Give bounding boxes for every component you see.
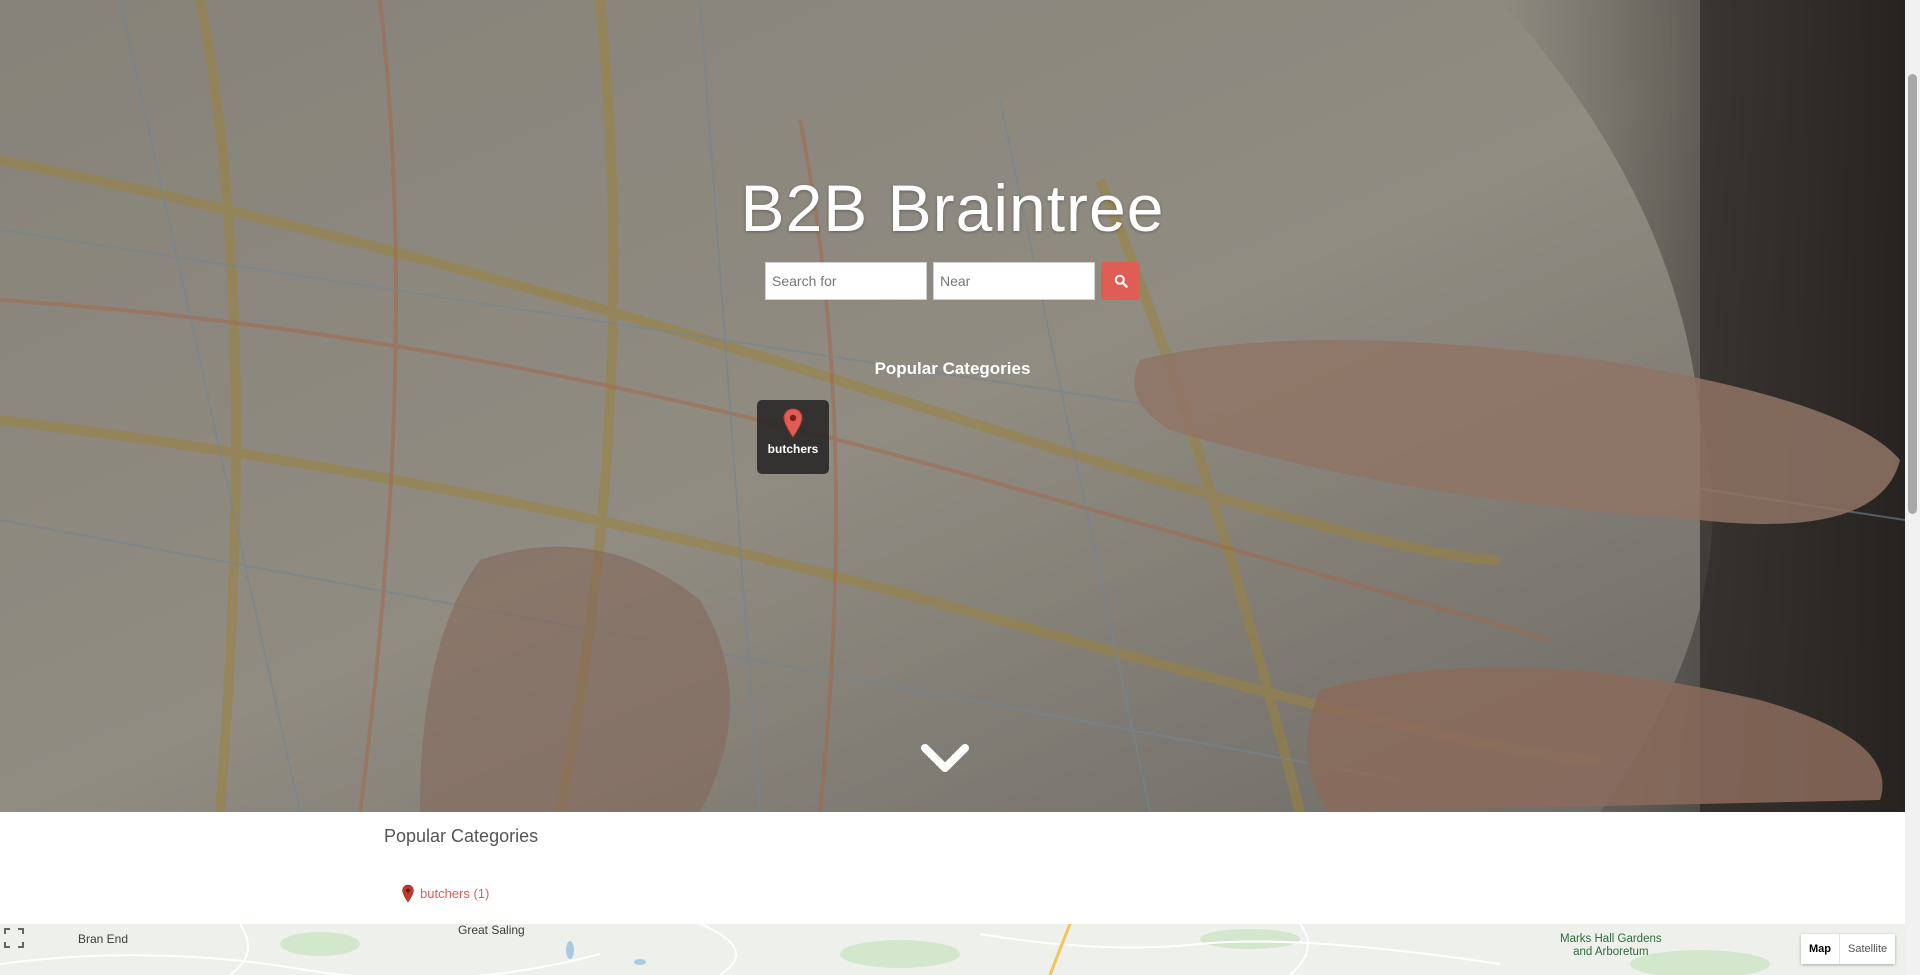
page-scrollbar[interactable] <box>1905 0 1920 975</box>
search-button[interactable] <box>1101 262 1140 300</box>
near-input[interactable] <box>933 262 1095 300</box>
search-icon <box>1114 274 1128 288</box>
map-type-map-button[interactable]: Map <box>1801 934 1839 964</box>
map-place-label: Great Saling <box>458 924 525 937</box>
map-type-satellite-button[interactable]: Satellite <box>1839 934 1896 964</box>
category-tile-butchers[interactable]: butchers <box>757 400 829 474</box>
chevron-down-icon[interactable] <box>920 740 970 776</box>
map-type-control: Map Satellite <box>1801 934 1896 964</box>
category-tile-label: butchers <box>767 442 819 456</box>
scrollbar-thumb[interactable] <box>1908 74 1917 514</box>
map-pin-icon <box>402 884 414 903</box>
hero-section: B2B Braintree Popular Categories butcher… <box>0 0 1905 812</box>
category-link-butchers[interactable]: butchers (1) <box>402 884 489 903</box>
hero-overlay <box>0 0 1905 812</box>
site-title: B2B Braintree <box>740 171 1165 245</box>
category-link-label: butchers (1) <box>420 886 490 901</box>
search-for-input[interactable] <box>765 262 927 300</box>
map-widget[interactable]: Bran End Great Saling Marks Hall Gardens… <box>0 924 1905 975</box>
map-pin-icon <box>783 408 803 438</box>
popular-categories-heading: Popular Categories <box>384 826 539 846</box>
map-poi-label: Marks Hall Gardens and Arboretum <box>1560 933 1662 958</box>
popular-categories-section: Popular Categories butchers (1) <box>0 812 1905 924</box>
fullscreen-icon[interactable] <box>3 927 25 949</box>
map-place-label: Bran End <box>78 932 129 946</box>
search-form <box>765 262 1141 300</box>
hero-popular-categories-heading: Popular Categories <box>874 359 1031 378</box>
